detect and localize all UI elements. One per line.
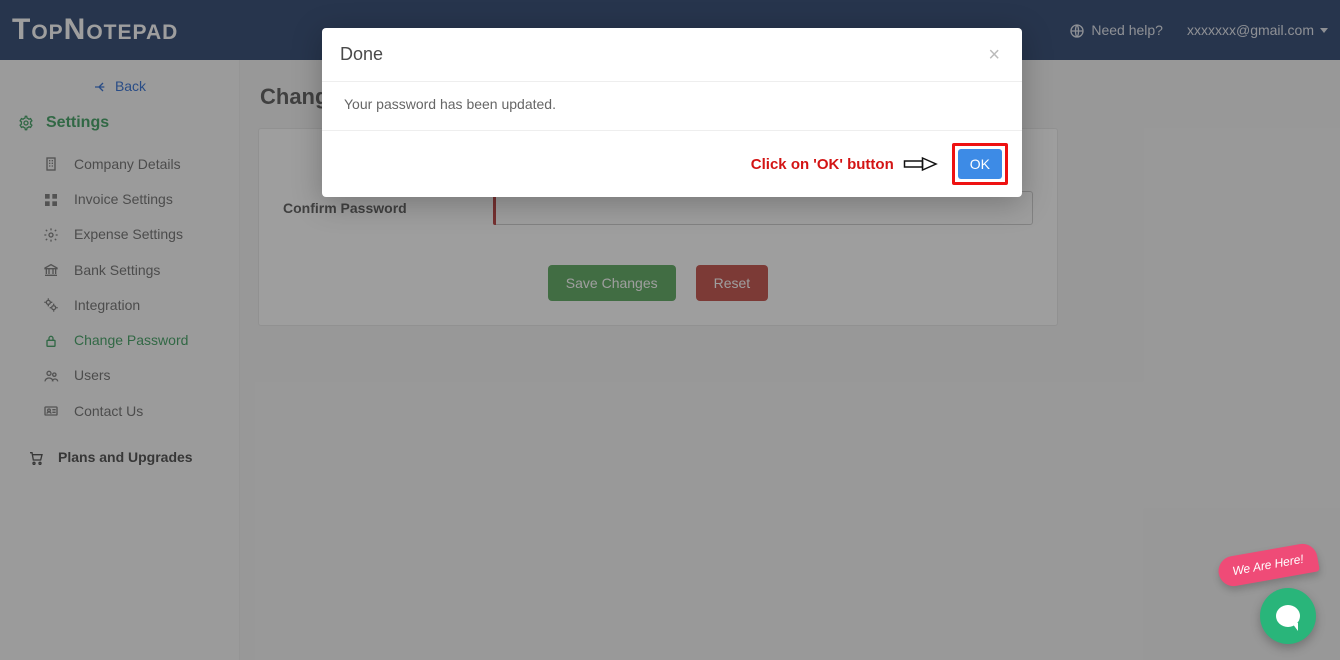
modal-header: Done × xyxy=(322,28,1022,82)
annotation-arrow-icon xyxy=(902,155,940,173)
modal-close-button[interactable]: × xyxy=(984,45,1004,65)
we-are-here-tag[interactable]: We Are Here! xyxy=(1218,550,1318,580)
annotation: Click on 'OK' button xyxy=(751,155,940,173)
annotation-text: Click on 'OK' button xyxy=(751,156,894,173)
ok-highlight-box: OK xyxy=(952,143,1008,185)
ok-button[interactable]: OK xyxy=(958,149,1002,179)
chat-fab[interactable] xyxy=(1260,588,1316,644)
modal-title: Done xyxy=(340,44,984,65)
modal-footer: Click on 'OK' button OK xyxy=(322,131,1022,197)
chat-bubble-icon xyxy=(1276,605,1300,627)
modal-body: Your password has been updated. xyxy=(322,82,1022,131)
modal-done: Done × Your password has been updated. C… xyxy=(322,28,1022,197)
